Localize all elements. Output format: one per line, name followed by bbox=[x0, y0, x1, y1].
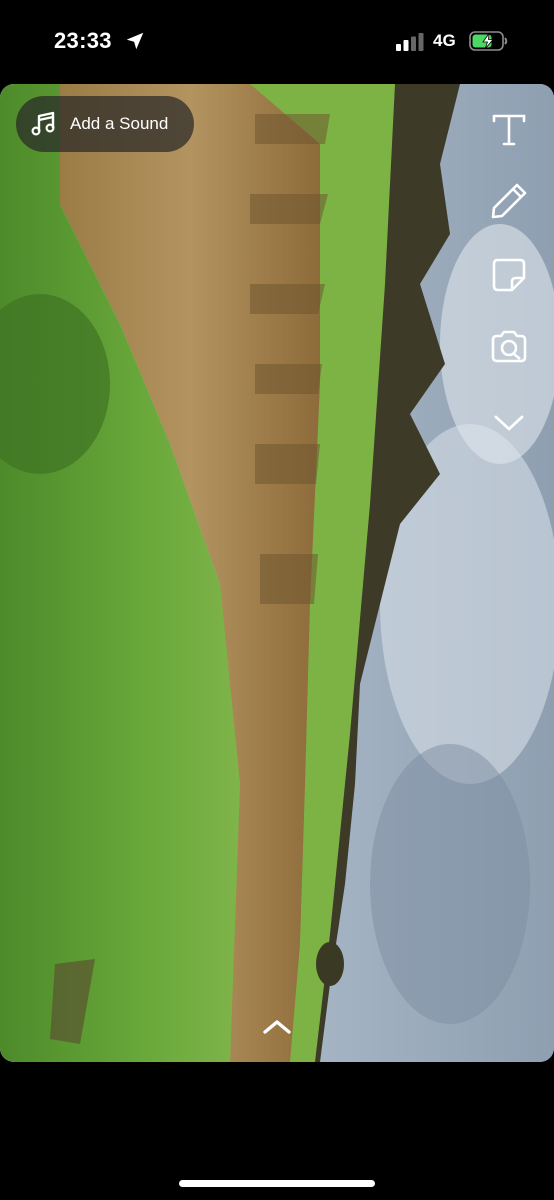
signal-icon bbox=[396, 33, 424, 51]
more-tools-button[interactable] bbox=[488, 402, 530, 444]
add-sound-button[interactable]: Add a Sound bbox=[16, 96, 194, 152]
home-indicator[interactable] bbox=[179, 1180, 375, 1187]
camera-lens-icon bbox=[491, 330, 527, 363]
snap-photo[interactable] bbox=[0, 84, 554, 1062]
lens-tool-button[interactable] bbox=[488, 326, 530, 368]
network-type: 4G bbox=[433, 31, 456, 50]
battery-charging-icon bbox=[469, 31, 508, 51]
draw-tool-button[interactable] bbox=[488, 180, 530, 222]
music-note-icon bbox=[31, 111, 55, 136]
status-bar: 23:33 4G bbox=[0, 0, 554, 80]
location-arrow-icon bbox=[126, 32, 144, 50]
sticker-tool-button[interactable] bbox=[488, 254, 530, 296]
chevron-up-icon[interactable] bbox=[260, 1016, 294, 1038]
status-time: 23:33 bbox=[54, 28, 112, 53]
add-sound-label: Add a Sound bbox=[70, 114, 169, 133]
pencil-icon bbox=[491, 183, 527, 219]
text-tool-icon bbox=[492, 114, 526, 146]
field-scene-image bbox=[0, 84, 554, 1062]
chevron-down-icon bbox=[494, 415, 524, 431]
sticker-icon bbox=[492, 258, 526, 292]
text-tool-button[interactable] bbox=[488, 108, 530, 150]
